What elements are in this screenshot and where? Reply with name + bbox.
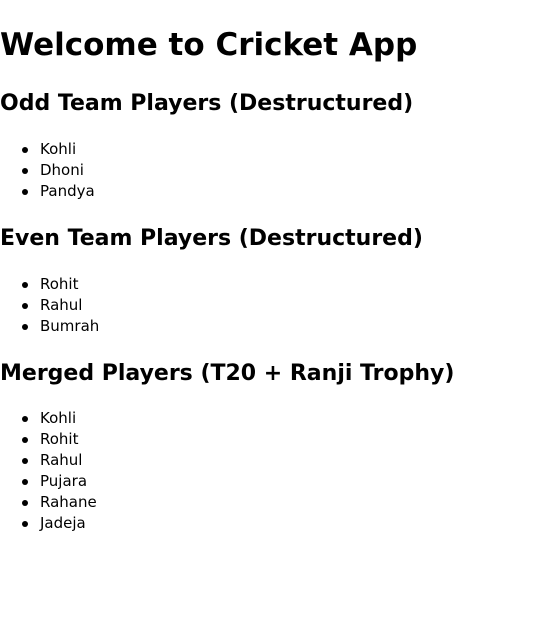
even-team-list: Rohit Rahul Bumrah (0, 274, 99, 337)
odd-team-heading: Odd Team Players (Destructured) (0, 91, 414, 116)
list-item: Kohli (22, 139, 95, 160)
list-item: Rahul (22, 450, 97, 471)
list-item: Rohit (22, 429, 97, 450)
merged-players-list: Kohli Rohit Rahul Pujara Rahane Jadeja (0, 408, 97, 534)
list-item: Pandya (22, 182, 95, 200)
list-item: Pujara (22, 471, 97, 492)
list-item: Jadeja (22, 513, 97, 534)
list-item: Dhoni (22, 160, 95, 181)
list-item: Kohli (22, 408, 97, 429)
merged-players-heading: Merged Players (T20 + Ranji Trophy) (0, 361, 455, 386)
page-title: Welcome to Cricket App (0, 27, 418, 63)
list-item: Rohit (21, 274, 99, 295)
list-item: Rahul (21, 295, 99, 316)
odd-team-list: Kohli Dhoni Pandya (0, 139, 95, 202)
even-team-heading: Even Team Players (Destructured) (0, 226, 423, 251)
list-item: Bumrah (21, 317, 100, 335)
list-item: Rahane (22, 493, 97, 511)
